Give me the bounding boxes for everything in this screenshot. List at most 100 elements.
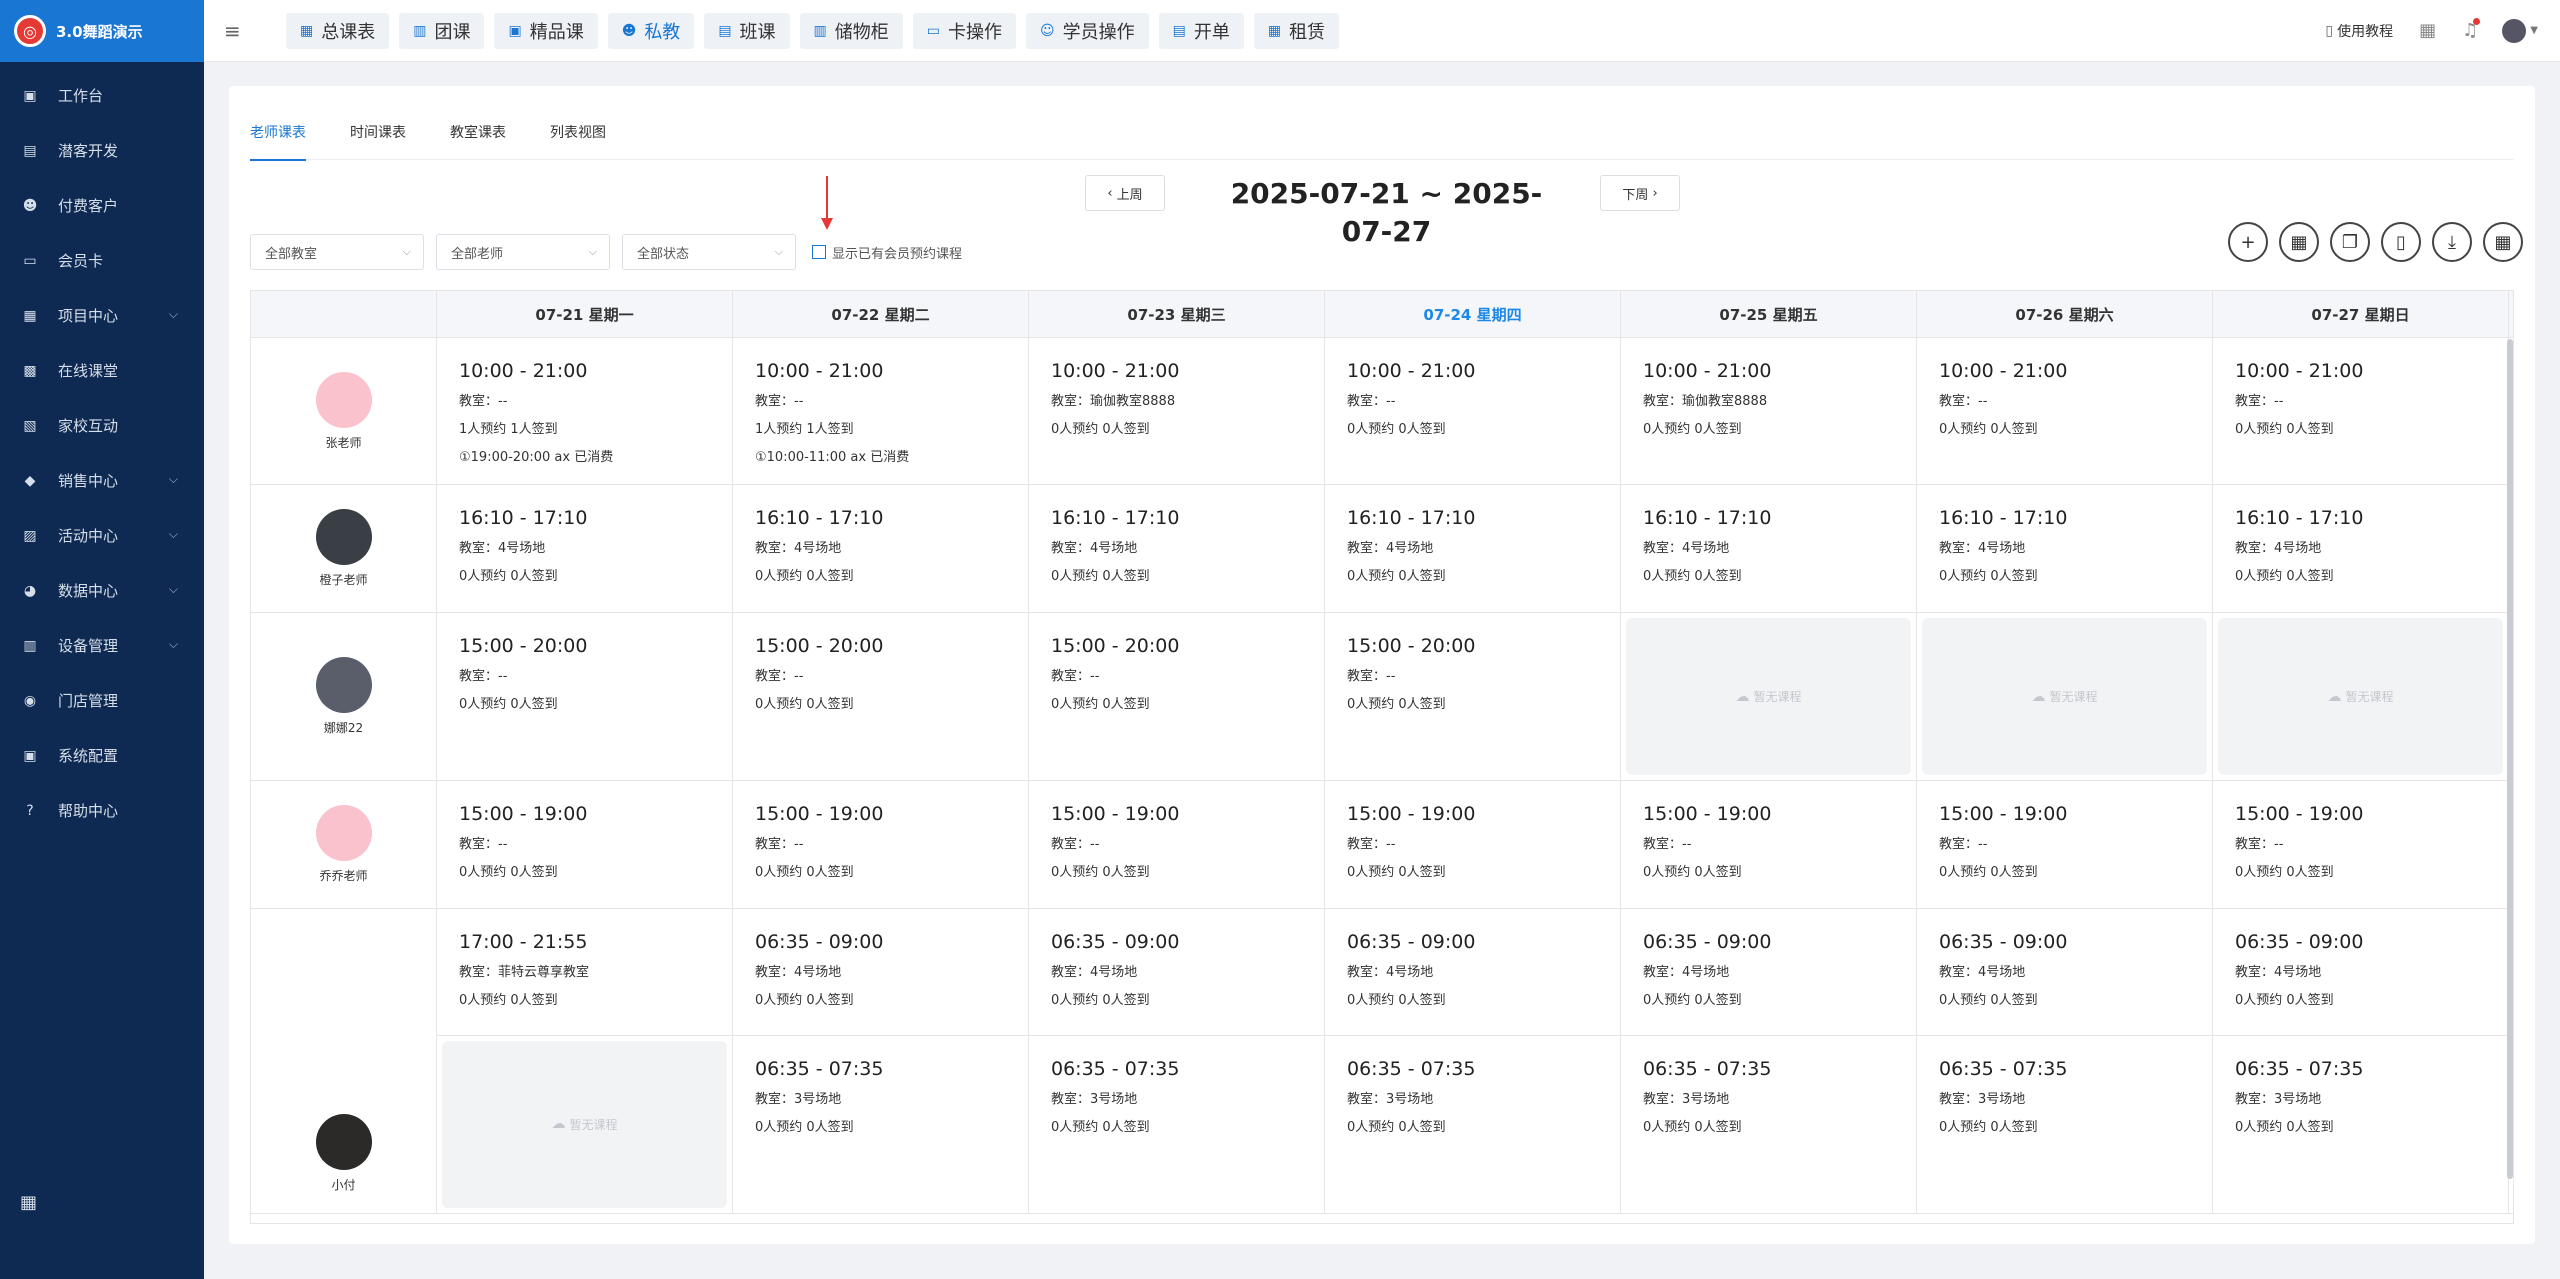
top-tab[interactable]: ▦ 总课表 — [286, 12, 390, 49]
course-cell[interactable]: 16:10 - 17:10 教室：4号场地 0人预约 0人签到 — [1029, 485, 1325, 612]
course-cell[interactable]: 10:00 - 21:00 教室：-- 1人预约 1人签到 ①10:00-11:00 … — [733, 338, 1029, 484]
sidebar-item[interactable]: ? 帮助中心 — [0, 783, 204, 838]
sidebar-item[interactable]: ☻ 付费客户 — [0, 178, 204, 233]
view-tab[interactable]: 老师课表 — [250, 116, 306, 161]
course-time: 06:35 - 07:35 — [1347, 1057, 1476, 1080]
course-cell[interactable]: 06:35 - 09:00 教室：4号场地 0人预约 0人签到 — [1325, 909, 1621, 1035]
view-tab[interactable]: 列表视图 — [550, 116, 606, 160]
top-tab[interactable]: ▭ 卡操作 — [912, 12, 1017, 49]
sidebar-item[interactable]: ▣ 系统配置 — [0, 728, 204, 783]
top-tab[interactable]: ▥ 团课 — [399, 12, 485, 49]
course-cell[interactable]: 06:35 - 07:35 教室：3号场地 0人预约 0人签到 — [733, 1035, 1029, 1213]
course-cell[interactable]: 06:35 - 09:00 教室：4号场地 0人预约 0人签到 — [1029, 909, 1325, 1035]
sidebar-item[interactable]: ▨ 活动中心 ⌵ — [0, 508, 204, 563]
day-header: 07-24 星期四 — [1325, 291, 1621, 337]
top-tab[interactable]: ▥ 储物柜 — [799, 12, 903, 49]
top-tab[interactable]: ▤ 开单 — [1158, 12, 1244, 49]
course-cell[interactable]: 06:35 - 07:35 教室：3号场地 0人预约 0人签到 — [2213, 1035, 2509, 1213]
brand-header[interactable]: ◎ 3.0舞蹈演示 — [0, 0, 204, 62]
user-avatar[interactable] — [2502, 18, 2527, 43]
next-week-button[interactable]: 下周 › — [1600, 175, 1680, 211]
course-cell[interactable]: 15:00 - 19:00 教室：-- 0人预约 0人签到 — [1325, 781, 1621, 908]
view-tab[interactable]: 教室课表 — [450, 116, 506, 160]
course-cell[interactable]: 15:00 - 19:00 教室：-- 0人预约 0人签到 — [733, 781, 1029, 908]
top-tab[interactable]: ☺ 学员操作 — [1026, 12, 1149, 49]
classroom-select[interactable]: 全部教室 ⌵ — [250, 234, 424, 270]
course-detail: 教室：-- — [459, 669, 508, 684]
header-corner — [251, 291, 437, 337]
copy-icon[interactable]: ❐ — [2330, 222, 2370, 262]
course-cell[interactable]: 06:35 - 09:00 教室：4号场地 0人预约 0人签到 — [2213, 909, 2509, 1035]
course-cell[interactable]: 06:35 - 07:35 教室：3号场地 0人预约 0人签到 — [1325, 1035, 1621, 1213]
course-cell[interactable]: 06:35 - 07:35 教室：3号场地 0人预约 0人签到 — [1917, 1035, 2213, 1213]
show-booked-checkbox[interactable]: 显示已有会员预约课程 — [812, 243, 962, 262]
course-time: 10:00 - 21:00 — [459, 360, 588, 382]
vertical-scrollbar[interactable] — [2507, 339, 2513, 1179]
course-cell[interactable]: 15:00 - 19:00 教室：-- 0人预约 0人签到 — [437, 781, 733, 908]
checkbox-box[interactable] — [812, 245, 826, 259]
qr-code-icon[interactable]: ▦ — [2483, 222, 2523, 262]
top-tab[interactable]: ☻ 私教 — [607, 12, 695, 49]
add-icon[interactable]: + — [2228, 222, 2268, 262]
course-detail: 0人预约 0人签到 — [1347, 865, 1446, 880]
schedule-subrow: 15:00 - 19:00 教室：-- 0人预约 0人签到 15:00 - 19:00… — [437, 781, 2509, 908]
calendar-icon: ▩ — [23, 362, 37, 379]
course-cell[interactable]: 16:10 - 17:10 教室：4号场地 0人预约 0人签到 — [437, 485, 733, 612]
view-tab[interactable]: 时间课表 — [350, 116, 406, 160]
sidebar-item[interactable]: ▤ 潜客开发 — [0, 123, 204, 178]
menu-toggle-icon[interactable]: ≡ — [224, 19, 254, 43]
course-cell[interactable]: 17:00 - 21:55 教室：菲特云尊享教室 0人预约 0人签到 — [437, 909, 733, 1035]
course-cell[interactable]: 06:35 - 09:00 教室：4号场地 0人预约 0人签到 — [733, 909, 1029, 1035]
course-cell[interactable]: 15:00 - 20:00 教室：-- 0人预约 0人签到 — [1325, 613, 1621, 780]
sidebar-item[interactable]: ▧ 家校互动 — [0, 398, 204, 453]
bell-icon[interactable]: ♫ — [2462, 18, 2481, 41]
chevron-down-icon[interactable]: ▼ — [2530, 25, 2538, 36]
course-cell[interactable]: 16:10 - 17:10 教室：4号场地 0人预约 0人签到 — [2213, 485, 2509, 612]
apps-grid-icon[interactable]: ▦ — [20, 1192, 37, 1213]
course-cell[interactable]: 15:00 - 20:00 教室：-- 0人预约 0人签到 — [733, 613, 1029, 780]
course-cell[interactable]: 10:00 - 21:00 教室：-- 0人预约 0人签到 — [1917, 338, 2213, 484]
sidebar-item[interactable]: ▩ 在线课堂 — [0, 343, 204, 398]
calendar-edit-icon[interactable]: ▦ — [2279, 222, 2319, 262]
sidebar-item[interactable]: ◕ 数据中心 ⌵ — [0, 563, 204, 618]
course-cell[interactable]: 15:00 - 19:00 教室：-- 0人预约 0人签到 — [1917, 781, 2213, 908]
teacher-select[interactable]: 全部老师 ⌵ — [436, 234, 610, 270]
download-icon[interactable]: ⤓ — [2432, 222, 2472, 262]
course-cell[interactable]: 10:00 - 21:00 教室：-- 0人预约 0人签到 — [2213, 338, 2509, 484]
top-tab[interactable]: ▣ 精品课 — [494, 12, 598, 49]
course-cell[interactable]: 06:35 - 07:35 教室：3号场地 0人预约 0人签到 — [1029, 1035, 1325, 1213]
course-cell[interactable]: 16:10 - 17:10 教室：4号场地 0人预约 0人签到 — [1325, 485, 1621, 612]
course-cell[interactable]: 06:35 - 09:00 教室：4号场地 0人预约 0人签到 — [1621, 909, 1917, 1035]
help-tutorial-link[interactable]: ▯ 使用教程 — [2325, 21, 2393, 41]
course-cell[interactable]: 15:00 - 19:00 教室：-- 0人预约 0人签到 — [1621, 781, 1917, 908]
course-detail: 教室：4号场地 — [1347, 965, 1434, 980]
prev-week-button[interactable]: ‹ 上周 — [1085, 175, 1165, 211]
status-select[interactable]: 全部状态 ⌵ — [622, 234, 796, 270]
delete-icon[interactable]: ▯ — [2381, 222, 2421, 262]
sidebar-item[interactable]: ▭ 会员卡 — [0, 233, 204, 288]
top-tab[interactable]: ▦ 租赁 — [1253, 12, 1340, 49]
course-cell[interactable]: 10:00 - 21:00 教室：瑜伽教室8888 0人预约 0人签到 — [1621, 338, 1917, 484]
sidebar-item[interactable]: ▦ 项目中心 ⌵ — [0, 288, 204, 343]
qr-code-icon[interactable]: ▦ — [2419, 20, 2436, 41]
top-tab[interactable]: ▤ 班课 — [704, 12, 790, 49]
sidebar-item[interactable]: ◉ 门店管理 — [0, 673, 204, 728]
course-cell[interactable]: 15:00 - 20:00 教室：-- 0人预约 0人签到 — [1029, 613, 1325, 780]
course-cell[interactable]: 06:35 - 07:35 教室：3号场地 0人预约 0人签到 — [1621, 1035, 1917, 1213]
course-cell[interactable]: 10:00 - 21:00 教室：-- 0人预约 0人签到 — [1325, 338, 1621, 484]
course-cell[interactable]: 06:35 - 09:00 教室：4号场地 0人预约 0人签到 — [1917, 909, 2213, 1035]
bookmark-icon: ▣ — [508, 22, 522, 39]
sidebar-item[interactable]: ▣ 工作台 — [0, 68, 204, 123]
course-cell[interactable]: 15:00 - 20:00 教室：-- 0人预约 0人签到 — [437, 613, 733, 780]
sidebar-item-label: 销售中心 — [58, 472, 119, 490]
course-cell[interactable]: 15:00 - 19:00 教室：-- 0人预约 0人签到 — [2213, 781, 2509, 908]
top-tab-label: 开单 — [1193, 21, 1230, 43]
course-cell[interactable]: 15:00 - 19:00 教室：-- 0人预约 0人签到 — [1029, 781, 1325, 908]
course-cell[interactable]: 16:10 - 17:10 教室：4号场地 0人预约 0人签到 — [1621, 485, 1917, 612]
course-cell[interactable]: 10:00 - 21:00 教室：-- 1人预约 1人签到 ①19:00-20:00 … — [437, 338, 733, 484]
sidebar-item[interactable]: ◆ 销售中心 ⌵ — [0, 453, 204, 508]
course-cell[interactable]: 10:00 - 21:00 教室：瑜伽教室8888 0人预约 0人签到 — [1029, 338, 1325, 484]
course-cell[interactable]: 16:10 - 17:10 教室：4号场地 0人预约 0人签到 — [733, 485, 1029, 612]
course-cell[interactable]: 16:10 - 17:10 教室：4号场地 0人预约 0人签到 — [1917, 485, 2213, 612]
sidebar-item[interactable]: ▥ 设备管理 ⌵ — [0, 618, 204, 673]
